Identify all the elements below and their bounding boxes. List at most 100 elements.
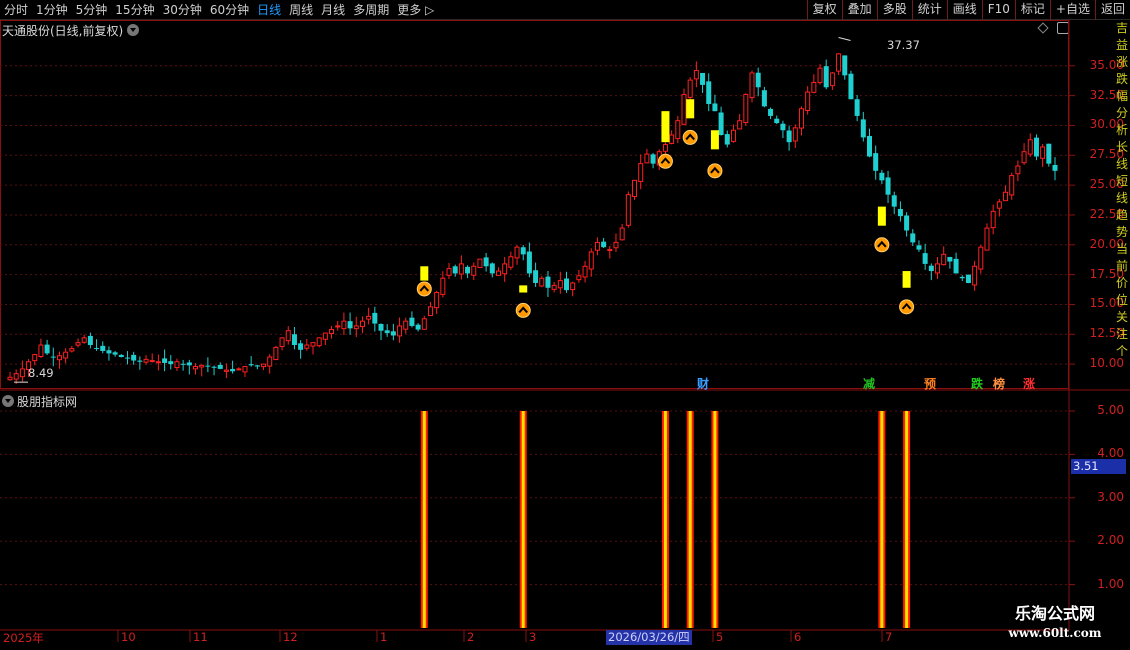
candle <box>471 262 477 281</box>
candle-body <box>675 120 681 140</box>
candle <box>786 125 792 151</box>
candle <box>588 248 594 277</box>
candle <box>483 253 489 272</box>
y-tick-label: 2.00 <box>1097 533 1124 548</box>
candle <box>254 364 260 370</box>
period-tab[interactable]: 周线 <box>285 0 317 20</box>
candle <box>384 324 390 337</box>
period-tab[interactable]: 30分钟 <box>159 0 206 20</box>
candle-body <box>576 275 582 281</box>
candle-body <box>329 329 335 335</box>
x-tick-label: 12 <box>283 630 298 644</box>
candle <box>910 229 916 247</box>
candle-body <box>186 362 192 366</box>
candle-body <box>879 172 885 181</box>
sidebar-char: 价 <box>1115 276 1128 290</box>
indicator-bar-inner <box>663 411 667 628</box>
toolbar-button[interactable]: 画线 <box>946 0 982 20</box>
candle <box>322 332 328 346</box>
signal-marker <box>874 206 890 253</box>
candle-body <box>798 108 804 129</box>
candle-body <box>495 270 501 276</box>
event-tag[interactable]: 榜 <box>992 375 1006 392</box>
candle <box>526 242 532 278</box>
candle <box>446 262 452 280</box>
candle <box>842 55 848 80</box>
candle-body <box>526 251 532 274</box>
candle <box>520 245 526 261</box>
candle-body <box>452 266 458 274</box>
period-tab[interactable]: 月线 <box>317 0 349 20</box>
candle-body <box>372 312 378 324</box>
candle-body <box>94 348 100 350</box>
candle-body <box>366 315 372 320</box>
candle <box>230 360 236 374</box>
period-tab[interactable]: 60分钟 <box>206 0 253 20</box>
event-tag[interactable]: 财 <box>696 375 710 392</box>
low-price-label: 8.49 <box>28 366 54 380</box>
watermark-title: 乐淘公式网 <box>1014 604 1095 623</box>
sidebar-char: 趋 <box>1115 208 1128 222</box>
sidebar-char: 线 <box>1115 191 1128 205</box>
right-info-strip[interactable]: 吉益涨跌幅分析长线短线趋势当前价位关注个 <box>1114 20 1130 390</box>
candle-body <box>347 321 353 329</box>
toolbar-button[interactable]: 统计 <box>911 0 947 20</box>
event-tag[interactable]: 跌 <box>970 375 984 392</box>
candle <box>681 88 687 126</box>
candle <box>341 312 347 335</box>
event-tag[interactable]: 涨 <box>1022 375 1036 392</box>
candle-body <box>316 337 322 347</box>
period-tab[interactable]: 多周期 <box>349 0 393 20</box>
period-tab[interactable]: 更多 ▷ <box>393 0 438 20</box>
candle <box>495 267 501 276</box>
signal-block <box>877 206 886 226</box>
period-tab[interactable]: 5分钟 <box>72 0 112 20</box>
period-tab[interactable]: 分时 <box>0 0 32 20</box>
period-tab[interactable]: 15分钟 <box>111 0 158 20</box>
candle-body <box>242 366 248 373</box>
candle-body <box>638 163 644 182</box>
candle-body <box>786 130 792 143</box>
candle-body <box>792 127 798 142</box>
candle-body <box>50 356 56 358</box>
candle <box>904 212 910 237</box>
period-tab[interactable]: 1分钟 <box>32 0 72 20</box>
candle-body <box>959 276 965 279</box>
candle <box>316 337 322 348</box>
candle <box>1009 172 1015 200</box>
y-tick-label: 1.00 <box>1097 576 1124 591</box>
candle <box>848 70 854 100</box>
sidebar-char: 注 <box>1115 327 1128 341</box>
candle <box>730 124 736 143</box>
event-tag[interactable]: 预 <box>923 375 937 392</box>
candle-body <box>749 72 755 99</box>
candle <box>508 251 514 270</box>
candle-body <box>718 112 724 136</box>
x-tick-label: 6 <box>794 630 802 644</box>
candle-body <box>131 354 137 361</box>
candle-body <box>990 210 996 229</box>
candle-body <box>13 373 19 380</box>
candle-body <box>978 246 984 270</box>
candle-body <box>291 334 297 346</box>
toolbar-button[interactable]: 返回 <box>1094 0 1130 20</box>
event-tag[interactable]: 减 <box>862 375 876 392</box>
candle-body <box>100 345 106 352</box>
toolbar-button[interactable]: +自选 <box>1049 0 1095 20</box>
kline-chart[interactable] <box>0 20 1130 650</box>
candle-body <box>440 277 446 295</box>
candle-body <box>854 99 860 116</box>
candle <box>984 223 990 251</box>
toolbar-button[interactable]: 多股 <box>876 0 912 20</box>
toolbar-button[interactable]: 叠加 <box>841 0 877 20</box>
candle-body <box>706 81 712 104</box>
candle <box>378 323 384 341</box>
period-tab[interactable]: 日线 <box>253 0 285 20</box>
candle <box>1021 143 1027 165</box>
toolbar-button[interactable]: F10 <box>981 0 1015 20</box>
candle <box>56 351 62 369</box>
toolbar-button[interactable]: 标记 <box>1014 0 1050 20</box>
candle-body <box>1003 191 1009 202</box>
toolbar-button[interactable]: 复权 <box>806 0 842 20</box>
candle <box>162 349 168 372</box>
